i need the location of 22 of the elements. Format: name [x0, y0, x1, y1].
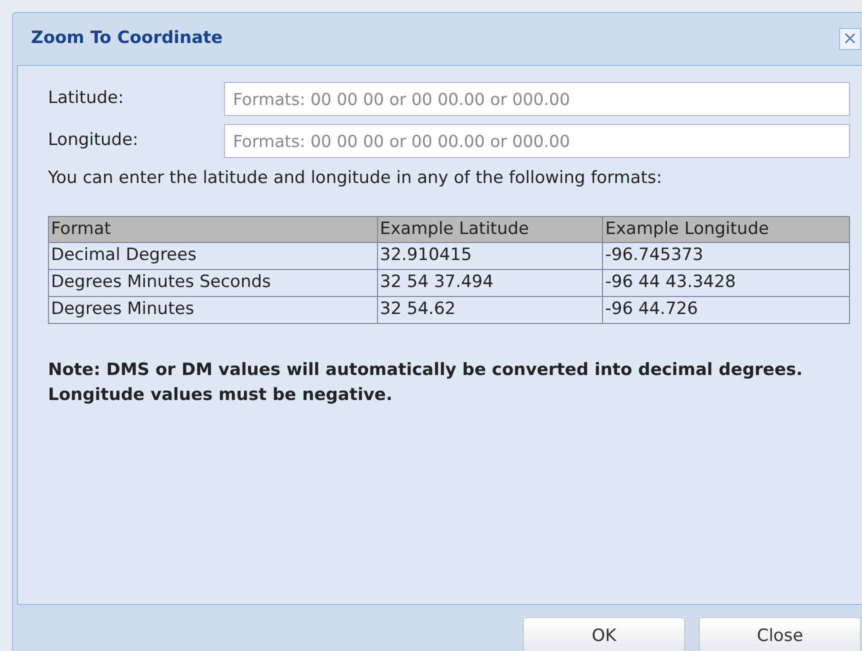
table-cell: 32 54 37.494: [377, 270, 603, 296]
table-cell: Decimal Degrees: [48, 242, 378, 270]
dialog-title: Zoom To Coordinate: [31, 27, 223, 50]
column-header: Format: [48, 216, 378, 243]
dialog-button[interactable]: Close: [699, 617, 861, 651]
table-cell: -96 44.726: [602, 296, 850, 324]
intro-text: You can enter the latitude and longitude in any of the following formats:: [48, 167, 664, 190]
table-cell: Degrees Minutes Seconds: [48, 270, 378, 296]
input-field[interactable]: Formats: 00 00 00 or 00 00.00 or 000.00: [224, 124, 850, 158]
table-cell: 32.910415: [377, 242, 603, 270]
table-cell: Degrees Minutes: [48, 296, 378, 324]
field-label: Latitude:: [48, 87, 125, 110]
input-field[interactable]: Formats: 00 00 00 or 00 00.00 or 000.00: [224, 82, 850, 116]
field-label: Longitude:: [48, 129, 140, 152]
table-cell: -96.745373: [602, 242, 850, 270]
column-header: Example Latitude: [377, 216, 603, 243]
table-cell: -96 44 43.3428: [602, 270, 850, 296]
close-button[interactable]: ×: [839, 28, 861, 50]
dialog-button[interactable]: OK: [523, 617, 685, 651]
column-header: Example Longitude: [602, 216, 850, 243]
table-cell: 32 54.62: [377, 296, 603, 324]
note-text: Note: DMS or DM values will automatically be converted into decimal degrees. Longitude values must be negative.: [48, 358, 804, 408]
